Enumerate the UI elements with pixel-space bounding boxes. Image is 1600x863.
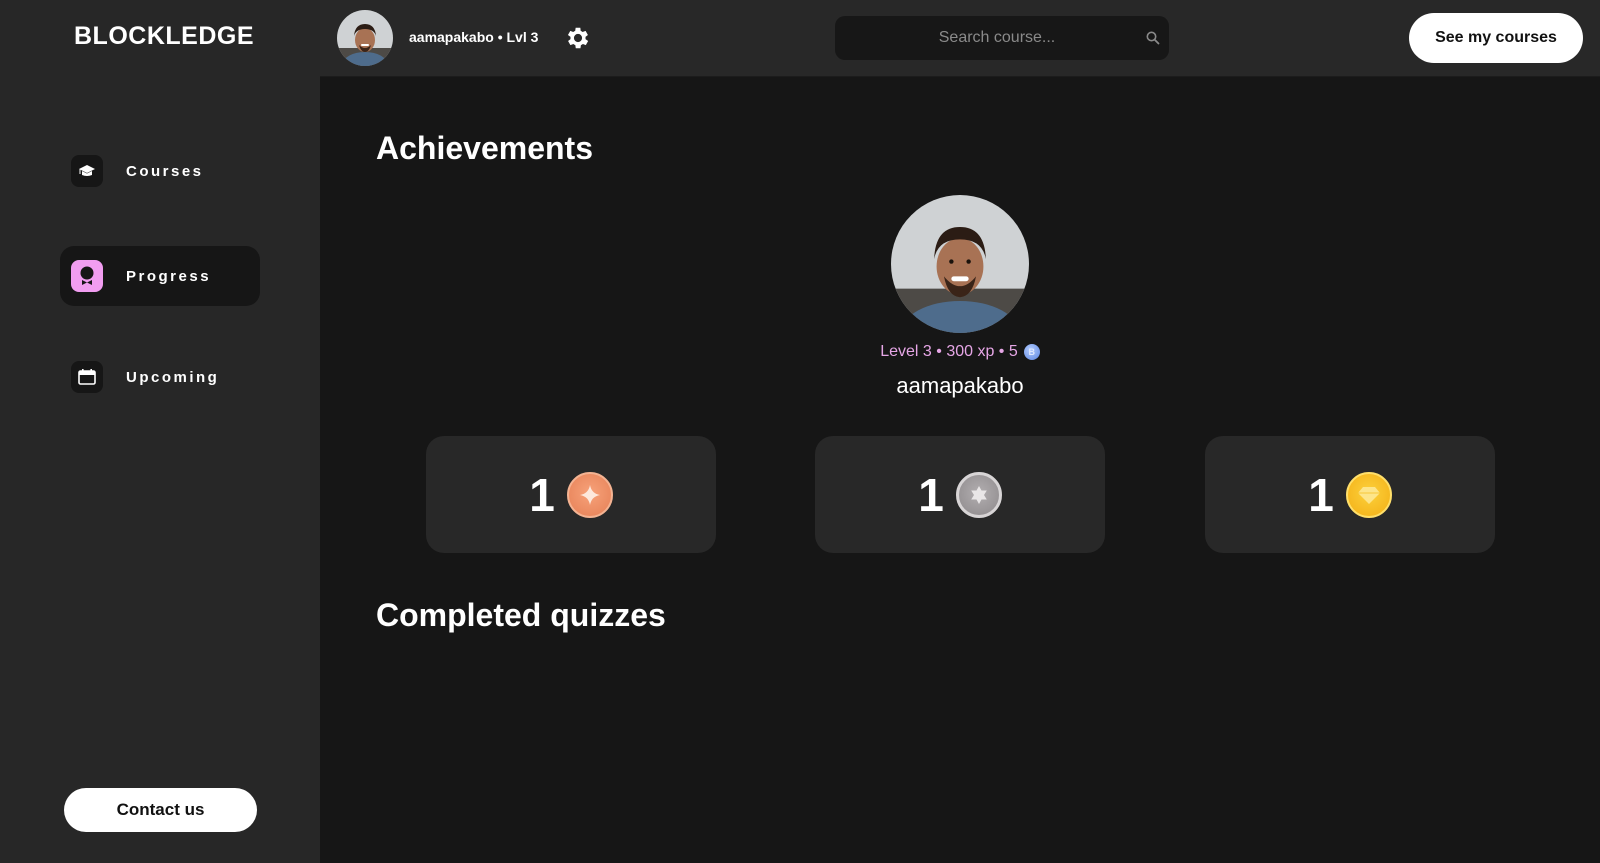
silver-medal-icon — [955, 471, 1002, 518]
badge-card-gold: 1 — [1205, 436, 1495, 553]
profile-stats: Level 3 • 300 xp • 5 B — [800, 343, 1120, 361]
contact-us-button[interactable]: Contact us — [64, 788, 257, 832]
user-level-label: aamapakabo • Lvl 3 — [409, 29, 539, 45]
profile-username: aamapakabo — [896, 373, 1024, 398]
sidebar-item-courses[interactable]: Courses — [60, 141, 260, 201]
badge-count: 1 — [529, 468, 555, 521]
sidebar-item-progress[interactable]: Progress — [60, 246, 260, 306]
badge-card-bronze: 1 — [426, 436, 716, 553]
sidebar-item-label: Upcoming — [126, 368, 220, 386]
profile-avatar — [891, 195, 1029, 333]
top-bar: aamapakabo • Lvl 3 See my courses — [320, 0, 1600, 77]
search-box — [835, 16, 1169, 60]
search-input[interactable] — [835, 16, 1169, 60]
graduation-cap-icon — [71, 155, 103, 187]
search-icon[interactable] — [1145, 30, 1161, 46]
coin-icon: B — [1023, 344, 1040, 360]
completed-quizzes-title: Completed quizzes — [376, 597, 666, 633]
badge-count: 1 — [1308, 468, 1334, 521]
bronze-medal-icon — [566, 471, 613, 518]
sidebar-item-label: Progress — [126, 267, 212, 285]
app-logo[interactable]: BLOCKLEDGE — [74, 22, 254, 51]
see-my-courses-button[interactable]: See my courses — [1409, 13, 1583, 63]
main-content: Achievements Level 3 • 300 xp • 5 B aama… — [320, 77, 1600, 863]
award-ribbon-icon — [71, 260, 103, 292]
badge-count: 1 — [918, 468, 944, 521]
sidebar-item-label: Courses — [126, 162, 204, 180]
gold-diamond-icon — [1345, 471, 1392, 518]
sidebar: BLOCKLEDGE Courses Progress Upcoming Con… — [0, 0, 320, 863]
badge-card-silver: 1 — [815, 436, 1105, 553]
sidebar-item-upcoming[interactable]: Upcoming — [60, 347, 260, 407]
profile-stats-text: Level 3 • 300 xp • 5 — [880, 343, 1018, 360]
user-avatar[interactable] — [337, 10, 393, 66]
calendar-icon — [71, 361, 103, 393]
gear-icon[interactable] — [564, 24, 592, 52]
achievements-title: Achievements — [376, 130, 593, 166]
